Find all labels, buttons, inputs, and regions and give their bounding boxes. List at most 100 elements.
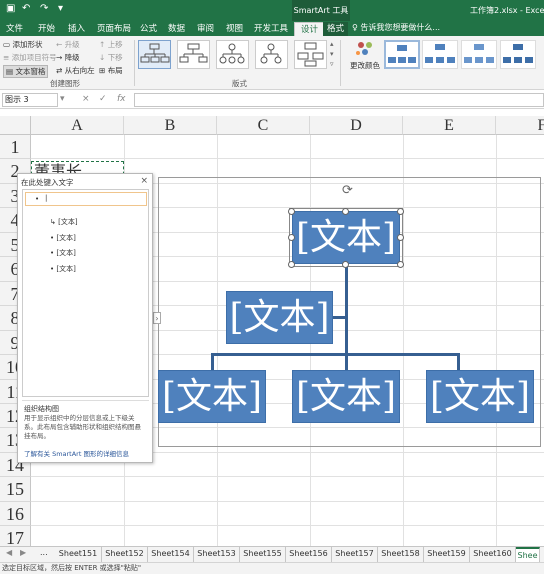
smartart-node-top[interactable]: [文本]	[289, 208, 403, 267]
tab-insert[interactable]: 插入	[68, 22, 85, 36]
column-header-a[interactable]: A	[31, 116, 124, 135]
tell-me-box[interactable]: ♀ 告诉我您想要做什么...	[352, 22, 440, 33]
layouts-more-icon[interactable]: ▿	[330, 60, 334, 68]
list-item[interactable]: • [文本]	[50, 233, 76, 243]
customize-qat-icon[interactable]: ▾	[58, 3, 63, 14]
sheet-tab[interactable]: Sheet155	[240, 547, 286, 562]
cancel-icon[interactable]: ×	[82, 94, 90, 104]
resize-handle[interactable]	[342, 261, 349, 268]
layout-thumb-name-title[interactable]	[177, 40, 210, 69]
grid-line	[31, 476, 544, 477]
add-bullet-button[interactable]: ≡ 添加项目符号	[3, 52, 57, 63]
smartart-node-child-2[interactable]: [文本]	[292, 370, 400, 423]
row-header-17[interactable]: 17	[0, 526, 31, 546]
layout-thumb-org-chart[interactable]	[138, 40, 171, 69]
row-header-1[interactable]: 1	[0, 135, 31, 159]
column-header-c[interactable]: C	[217, 116, 310, 135]
tab-home[interactable]: 开始	[38, 22, 55, 36]
sheet-tab[interactable]: Sheet157	[332, 547, 378, 562]
save-icon[interactable]: ▣	[6, 3, 15, 14]
layout-thumb-labeled[interactable]	[294, 40, 327, 69]
smartart-help-link[interactable]: 了解有关 SmartArt 图形的详细信息	[24, 448, 129, 458]
enter-icon[interactable]: ✓	[99, 94, 107, 104]
smartart-text-pane[interactable]: 在此处键入文字 × • | ↳ [文本] • [文本] • [文本] • [文本…	[17, 173, 153, 463]
layouts-scroll-up-icon[interactable]: ▴	[330, 40, 334, 48]
resize-handle[interactable]	[342, 208, 349, 215]
add-shape-button[interactable]: ▭ 添加形状	[3, 39, 42, 50]
smartart-node-assistant[interactable]: [文本]	[226, 291, 333, 344]
sheet-tab[interactable]: Sheet159	[424, 547, 470, 562]
tab-data[interactable]: 数据	[168, 22, 185, 36]
smartart-style-4[interactable]	[500, 40, 536, 69]
smartart-node-child-1[interactable]: [文本]	[158, 370, 266, 423]
layout-thumb-half-circle[interactable]	[216, 40, 249, 69]
move-down-button[interactable]: ↓ 下移	[99, 52, 123, 63]
right-to-left-button[interactable]: ⇄ 从右向左	[56, 65, 95, 76]
tab-view[interactable]: 视图	[226, 22, 243, 36]
column-header-e[interactable]: E	[403, 116, 496, 135]
tab-file[interactable]: 文件	[6, 22, 23, 36]
tab-design[interactable]: 设计	[294, 22, 326, 36]
close-icon[interactable]: ×	[140, 176, 148, 186]
scroll-sheets-right-icon[interactable]: ▶	[20, 548, 26, 557]
resize-handle[interactable]	[397, 234, 404, 241]
rotate-handle-icon[interactable]: ⟳	[342, 183, 353, 198]
resize-handle[interactable]	[397, 208, 404, 215]
text-pane-first-item-input[interactable]: • |	[25, 192, 147, 206]
sheet-tab[interactable]: Sheet153	[194, 547, 240, 562]
name-box[interactable]: 图示 3	[2, 93, 58, 107]
resize-handle[interactable]	[288, 261, 295, 268]
tab-review[interactable]: 审阅	[197, 22, 214, 36]
name-title-layout-icon	[179, 43, 208, 63]
column-header-d[interactable]: D	[310, 116, 403, 135]
name-box-dropdown-icon[interactable]: ▾	[60, 94, 65, 104]
undo-icon[interactable]: ↶	[22, 3, 30, 14]
resize-handle[interactable]	[288, 234, 295, 241]
list-item[interactable]: ↳ [文本]	[50, 217, 78, 227]
select-all-corner[interactable]	[0, 116, 31, 135]
worksheet-grid[interactable]: A B C D E F 董事长 1 2 3 4 5 6 7 8 9 10 11 12 13 14 15 16 1…	[0, 109, 544, 546]
list-item[interactable]: • [文本]	[50, 264, 76, 274]
smartart-style-2[interactable]	[422, 40, 458, 69]
layout-thumb-hierarchy[interactable]	[255, 40, 288, 69]
formula-input[interactable]	[134, 93, 544, 107]
column-header-f[interactable]: F	[496, 116, 544, 135]
sheet-tab[interactable]: Sheet158	[378, 547, 424, 562]
tab-format[interactable]: 格式	[323, 22, 349, 36]
sheet-tab[interactable]: Sheet152	[102, 547, 148, 562]
tab-page-layout[interactable]: 页面布局	[97, 22, 131, 36]
sheet-tab[interactable]: Shee	[516, 547, 540, 562]
expand-text-pane-icon[interactable]: ›	[153, 312, 161, 324]
ribbon: ▭ 添加形状 ≡ 添加项目符号 ▤ 文本窗格 ← 升级 → 降级 ⇄ 从右向左 …	[0, 36, 544, 90]
resize-handle[interactable]	[288, 208, 295, 215]
insert-function-icon[interactable]: fx	[117, 94, 126, 104]
sheet-tab[interactable]: Sheet156	[286, 547, 332, 562]
resize-handle[interactable]	[397, 261, 404, 268]
tab-developer[interactable]: 开发工具	[254, 22, 288, 36]
row-header-16[interactable]: 16	[0, 502, 31, 526]
smartart-style-3[interactable]	[461, 40, 497, 69]
sheet-tab[interactable]: Sheet154	[148, 547, 194, 562]
move-up-button[interactable]: ↑ 上移	[99, 39, 123, 50]
smartart-node-child-3[interactable]: [文本]	[426, 370, 534, 423]
list-item[interactable]: • [文本]	[50, 248, 76, 258]
move-up-label: 上移	[107, 40, 123, 49]
sheet-tab[interactable]: Sheet160	[470, 547, 516, 562]
tab-formulas[interactable]: 公式	[140, 22, 157, 36]
demote-button[interactable]: → 降级	[56, 52, 80, 63]
row-header-15[interactable]: 15	[0, 477, 31, 502]
text-pane-button[interactable]: ▤ 文本窗格	[3, 65, 49, 78]
smartart-style-1[interactable]	[384, 40, 420, 69]
promote-button[interactable]: ← 升级	[56, 39, 80, 50]
more-sheets-button[interactable]: ...	[40, 548, 48, 557]
text-pane-list[interactable]: • | ↳ [文本] • [文本] • [文本] • [文本]	[22, 189, 149, 397]
scroll-sheets-left-icon[interactable]: ◀	[6, 548, 12, 557]
half-circle-layout-icon	[219, 43, 245, 64]
layout-button[interactable]: ⊞ 布局	[99, 65, 123, 76]
layouts-scroll-down-icon[interactable]: ▾	[330, 50, 334, 58]
change-colors-button[interactable]: 更改颜色	[349, 40, 381, 76]
column-header-b[interactable]: B	[124, 116, 217, 135]
text-pane-icon: ▤	[6, 67, 14, 76]
redo-icon[interactable]: ↷	[40, 3, 48, 14]
sheet-tab[interactable]: Sheet151	[55, 547, 102, 562]
